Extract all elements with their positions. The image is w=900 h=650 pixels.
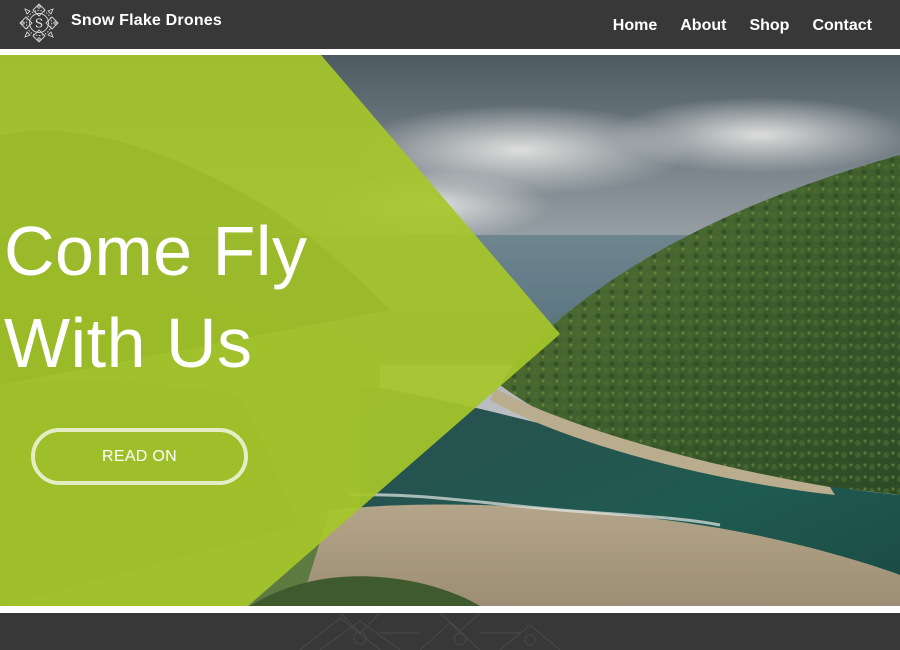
site-header: S Snow Flake Drones Home About Shop Cont… (0, 0, 900, 49)
nav-home-link[interactable]: Home (613, 17, 657, 35)
nav-about-link[interactable]: About (680, 17, 726, 35)
nav-shop-link[interactable]: Shop (749, 17, 789, 35)
read-on-button[interactable]: READ ON (31, 428, 248, 485)
snowflake-pattern-icon (299, 613, 561, 650)
hero-headline: Come Fly With Us (4, 205, 307, 389)
nav-contact-link[interactable]: Contact (812, 17, 872, 35)
site-title[interactable]: Snow Flake Drones (71, 12, 222, 30)
snowflake-logo-icon[interactable]: S (18, 2, 60, 44)
logo-letter: S (35, 17, 43, 31)
headline-line-1: Come Fly (4, 212, 308, 290)
hero-section: Come Fly With Us READ ON (0, 55, 900, 606)
main-nav: Home About Shop Contact (613, 17, 872, 35)
logo-emblem: S (19, 3, 59, 43)
footer-band (0, 613, 900, 650)
headline-line-2: With Us (4, 304, 253, 382)
